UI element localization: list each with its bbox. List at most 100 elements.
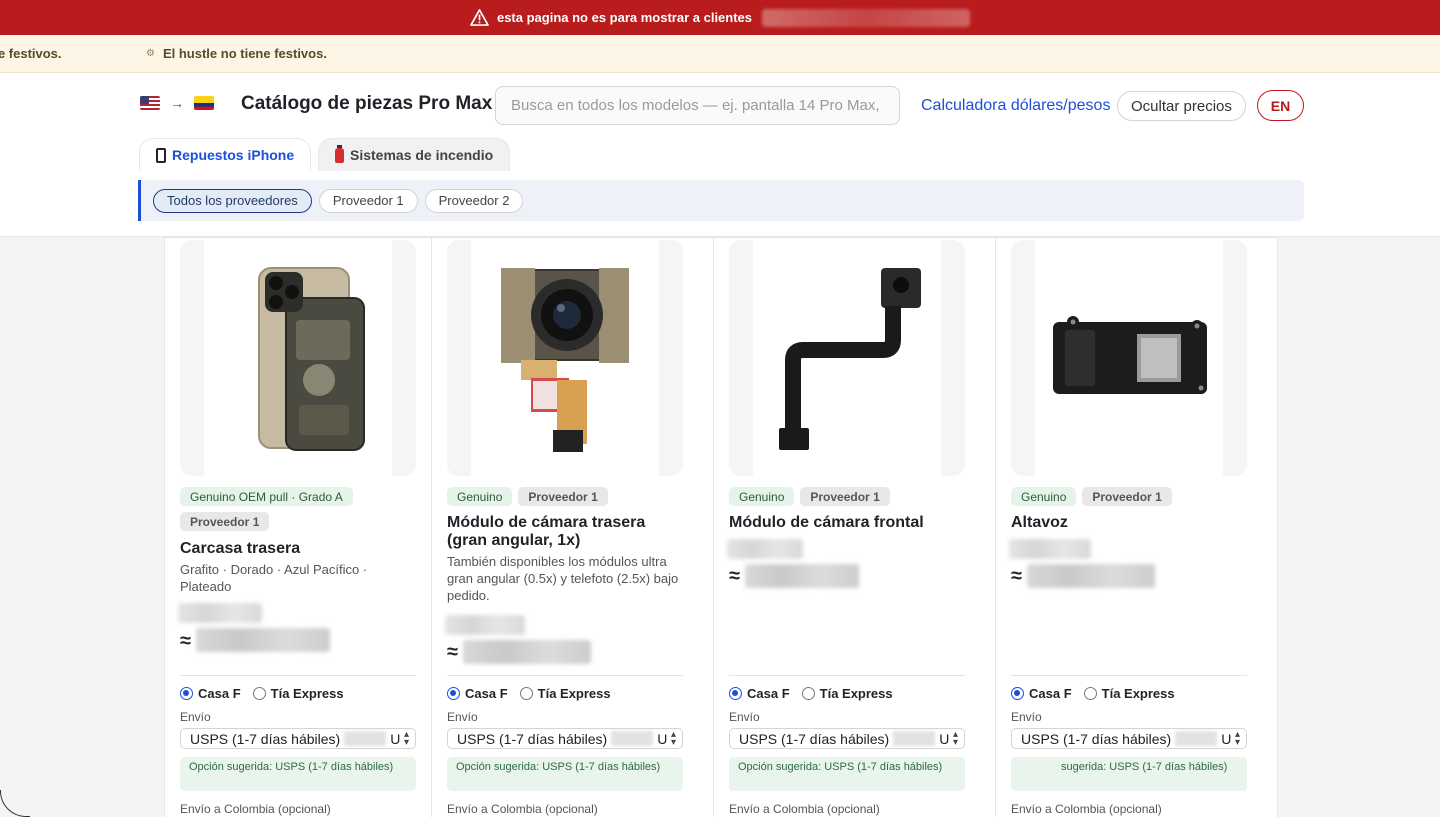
filter-all-suppliers[interactable]: Todos los proveedores — [153, 188, 312, 213]
product-badges: Genuino Proveedor 1 — [447, 487, 687, 506]
select-value-tail: U — [939, 730, 950, 747]
supplier-badge: Proveedor 1 — [800, 487, 890, 506]
rear-camera-image — [501, 268, 629, 452]
shipping-select[interactable]: USPS (1-7 días hábiles) U ▴ ▾ — [180, 728, 416, 749]
approx-symbol: ≈ — [1011, 565, 1022, 587]
select-value-tail: U — [657, 730, 668, 747]
condition-badge: Genuino — [447, 487, 513, 506]
product-title: Altavoz — [1011, 514, 1068, 531]
product-card: Genuino Proveedor 1 Módulo de cámara tra… — [431, 237, 714, 817]
product-badges: Genuino OEM pull · Grado A Proveedor 1 — [180, 487, 420, 531]
supplier-badge: Proveedor 1 — [1082, 487, 1172, 506]
redacted-client-name — [762, 8, 971, 27]
radio-button-selected[interactable] — [729, 687, 742, 700]
redacted-shipping-cost — [1175, 731, 1218, 746]
tab-fire-systems[interactable]: Sistemas de incendio — [318, 138, 511, 171]
language-toggle-button[interactable]: EN — [1257, 90, 1304, 121]
courier-options: Casa F Tía Express — [180, 686, 344, 701]
redacted-price-usd — [178, 603, 262, 623]
tab-iphone-parts[interactable]: Repuestos iPhone — [139, 138, 312, 171]
radio-button[interactable] — [801, 687, 815, 700]
shipping-select[interactable]: USPS (1-7 días hábiles) U ▴ ▾ — [447, 728, 683, 749]
product-title: Módulo de cámara frontal — [729, 514, 924, 531]
select-caret-icon: ▴ ▾ — [1234, 729, 1240, 748]
radio-tia-express[interactable]: Tía Express — [801, 686, 893, 701]
radio-button[interactable] — [519, 687, 533, 700]
radio-casa-f[interactable]: Casa F — [180, 686, 241, 701]
select-caret-icon: ▴ ▾ — [670, 729, 676, 748]
radio-label: Tía Express — [1101, 686, 1175, 701]
product-description: Grafito · Dorado · Azul Pacífico · Plate… — [180, 562, 368, 594]
product-image[interactable] — [1011, 240, 1247, 476]
select-value: USPS (1-7 días hábiles) — [457, 730, 608, 747]
radio-button[interactable] — [1083, 687, 1097, 700]
radio-tia-express[interactable]: Tía Express — [1083, 686, 1175, 701]
warning-icon — [470, 9, 489, 26]
filter-supplier-1[interactable]: Proveedor 1 — [318, 188, 418, 213]
radio-label: Casa F — [465, 686, 508, 701]
motto-ticker: ne festivos. ⚙ El hustle no tiene festiv… — [0, 35, 1440, 73]
redacted-price-usd — [1009, 539, 1091, 559]
approx-symbol: ≈ — [447, 641, 458, 663]
redacted-shipping-cost — [344, 731, 387, 746]
radio-label: Tía Express — [819, 686, 893, 701]
warning-text: esta pagina no es para mostrar a cliente… — [496, 10, 753, 25]
radio-button-selected[interactable] — [447, 687, 460, 700]
search-input[interactable] — [495, 86, 900, 125]
supplier-filter-bar: Todos los proveedores Proveedor 1 Provee… — [138, 180, 1304, 221]
product-grid: Genuino OEM pull · Grado A Proveedor 1 C… — [164, 237, 1279, 817]
select-value-tail: U — [390, 730, 401, 747]
internal-warning-banner: esta pagina no es para mostrar a cliente… — [0, 0, 1440, 35]
divider — [447, 675, 683, 676]
radio-label: Casa F — [747, 686, 790, 701]
shipping-label: Envío — [729, 710, 760, 724]
select-value: USPS (1-7 días hábiles) — [1021, 730, 1172, 747]
divider — [1011, 675, 1247, 676]
radio-tia-express[interactable]: Tía Express — [252, 686, 344, 701]
radio-button-selected[interactable] — [1011, 687, 1024, 700]
radio-casa-f[interactable]: Casa F — [729, 686, 790, 701]
suggested-option: sugerida: USPS (1-7 días hábiles) — [1011, 757, 1247, 791]
product-badges: Genuino Proveedor 1 — [729, 487, 969, 506]
phone-icon — [156, 147, 166, 163]
suggested-option: Opción sugerida: USPS (1-7 días hábiles) — [180, 757, 416, 791]
radio-label: Tía Express — [270, 686, 344, 701]
shipping-label: Envío — [1011, 710, 1042, 724]
product-title: Carcasa trasera — [180, 540, 301, 557]
front-camera-image — [779, 268, 921, 450]
product-badges: Genuino Proveedor 1 — [1011, 487, 1251, 506]
product-image[interactable] — [447, 240, 683, 476]
shipping-select[interactable]: USPS (1-7 días hábiles) U ▴ ▾ — [1011, 728, 1247, 749]
product-card: Genuino Proveedor 1 Altavoz ≈ Casa F Tía… — [995, 237, 1278, 817]
approx-symbol: ≈ — [729, 565, 740, 587]
colombia-shipping-label: Envío a Colombia (opcional) — [447, 802, 598, 816]
radio-tia-express[interactable]: Tía Express — [519, 686, 611, 701]
colombia-shipping-label: Envío a Colombia (opcional) — [180, 802, 331, 816]
radio-button[interactable] — [252, 687, 266, 700]
product-card: Genuino OEM pull · Grado A Proveedor 1 C… — [164, 237, 432, 817]
us-flag-icon — [140, 96, 160, 110]
product-image[interactable] — [180, 240, 416, 476]
currency-calculator-link[interactable]: Calculadora dólares/pesos — [921, 97, 1110, 115]
radio-casa-f[interactable]: Casa F — [447, 686, 508, 701]
radio-button-selected[interactable] — [180, 687, 193, 700]
supplier-badge: Proveedor 1 — [518, 487, 608, 506]
radio-casa-f[interactable]: Casa F — [1011, 686, 1072, 701]
window-corner — [0, 790, 30, 817]
currency-flags: → — [140, 95, 214, 111]
ticker-text: El hustle no tiene festivos. — [162, 46, 327, 61]
radio-label: Casa F — [198, 686, 241, 701]
redacted-shipping-cost — [611, 731, 654, 746]
colombia-flag-icon — [194, 96, 214, 110]
select-caret-icon: ▴ ▾ — [952, 729, 958, 748]
product-image[interactable] — [729, 240, 965, 476]
filter-supplier-2[interactable]: Proveedor 2 — [424, 188, 524, 213]
select-value-tail: U — [1221, 730, 1232, 747]
redacted-price-cop — [196, 628, 330, 652]
arrow-right-icon: → — [170, 95, 184, 111]
hide-prices-button[interactable]: Ocultar precios — [1117, 91, 1246, 121]
courier-options: Casa F Tía Express — [447, 686, 611, 701]
shipping-select[interactable]: USPS (1-7 días hábiles) U ▴ ▾ — [729, 728, 965, 749]
redacted-price-usd — [445, 615, 525, 635]
redacted-price-cop — [745, 564, 859, 588]
